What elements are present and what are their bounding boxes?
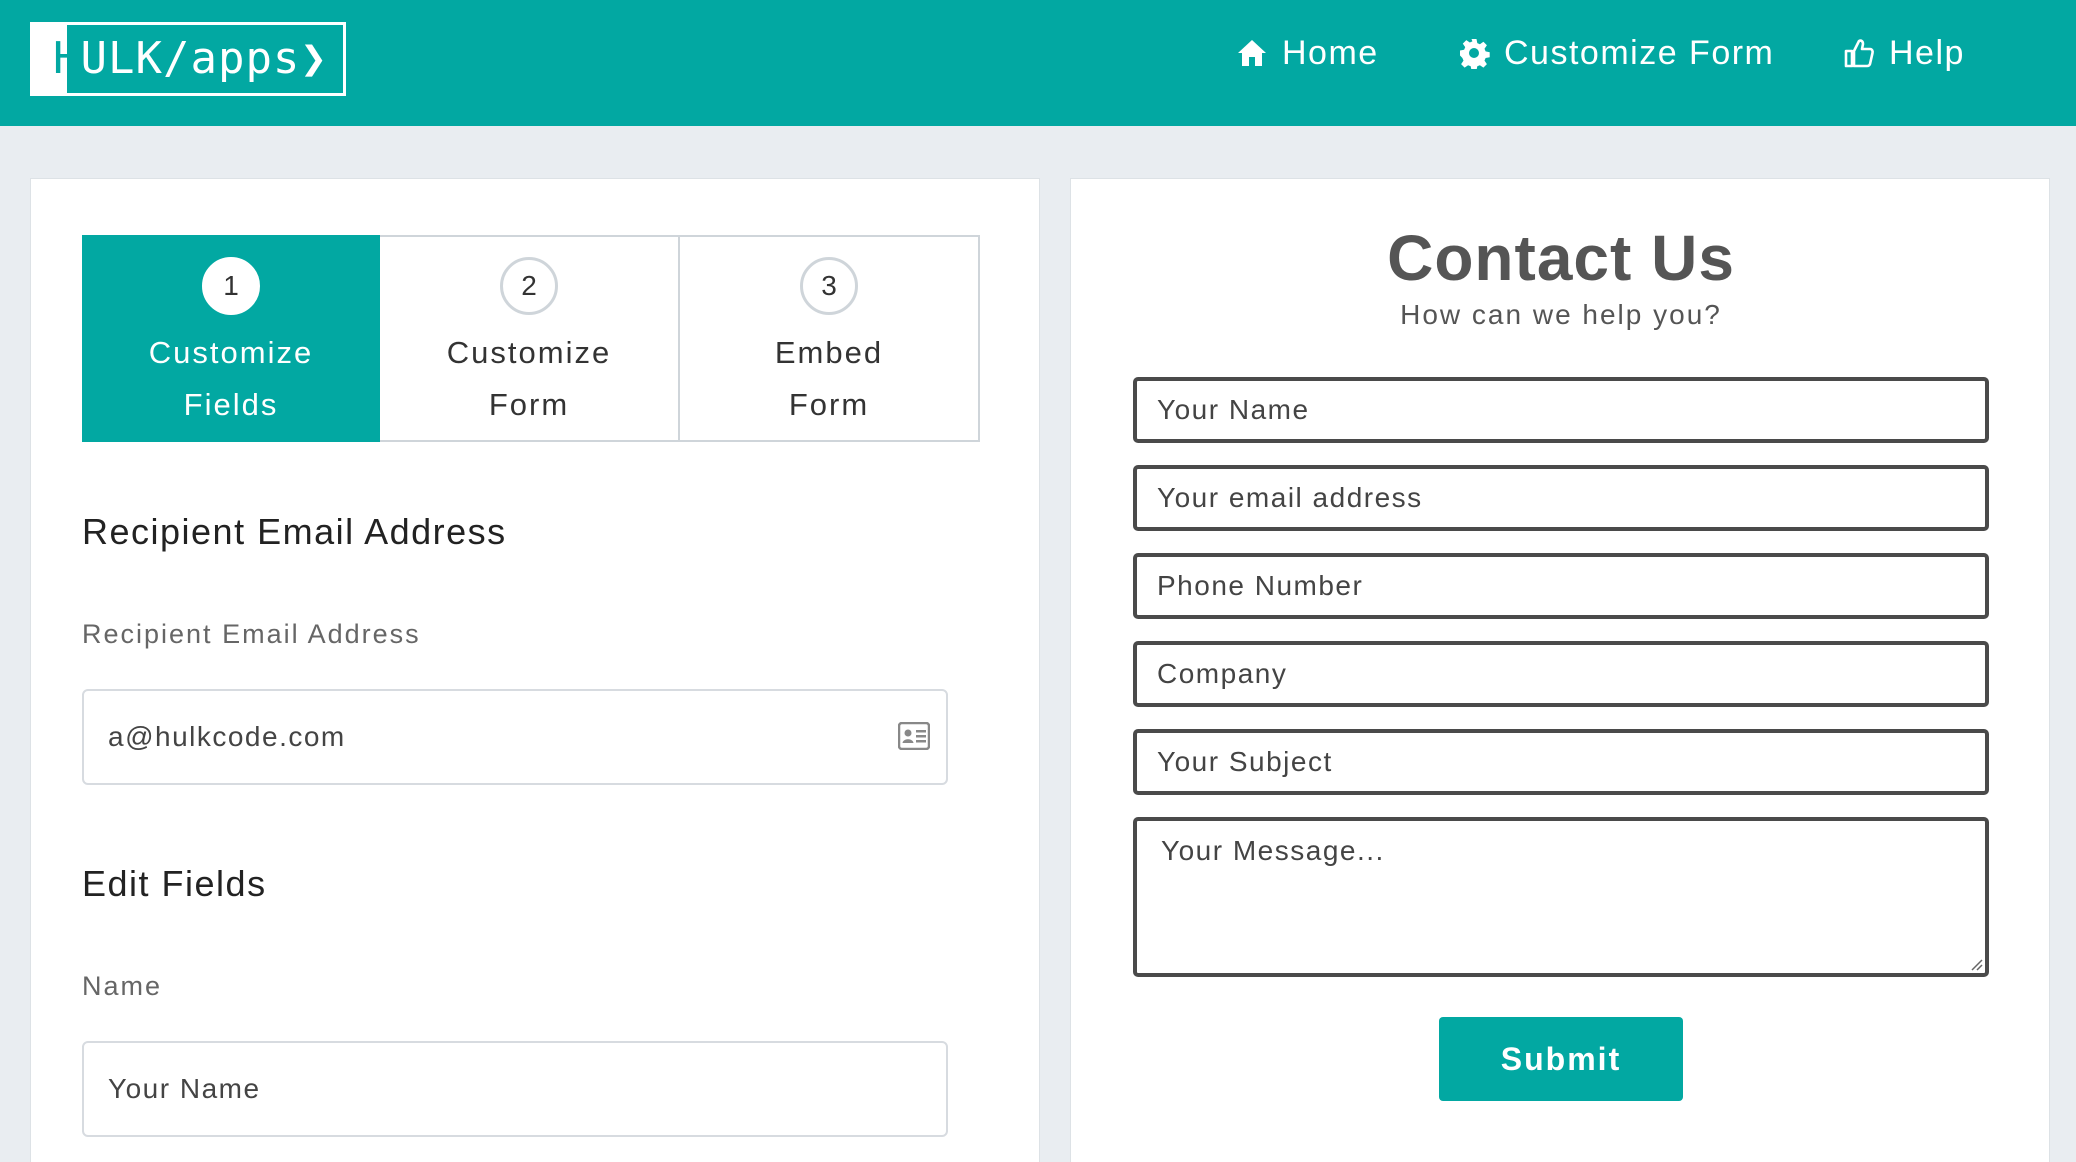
contact-name-input[interactable]: Your Name xyxy=(1133,377,1989,443)
step-number: 2 xyxy=(500,257,558,315)
contact-phone-input[interactable]: Phone Number xyxy=(1133,553,1989,619)
contact-email-input[interactable]: Your email address xyxy=(1133,465,1989,531)
top-navbar: HULK/apps❯ Home Customize Form Help xyxy=(0,0,2076,126)
contact-company-input[interactable]: Company xyxy=(1133,641,1989,707)
nav-help-link[interactable]: Help xyxy=(1843,26,1965,80)
submit-button[interactable]: Submit xyxy=(1439,1017,1683,1101)
name-field-label: Name xyxy=(82,971,163,1001)
address-card-icon xyxy=(898,722,930,750)
home-icon xyxy=(1238,40,1266,66)
form-preview-panel: Contact Us How can we help you? Your Nam… xyxy=(1070,178,2050,1162)
step-label: Customize Form xyxy=(446,335,612,422)
step-number: 1 xyxy=(202,257,260,315)
gear-icon xyxy=(1460,39,1490,69)
resize-handle-icon[interactable] xyxy=(1967,955,1983,971)
nav-customize-form-link[interactable]: Customize Form xyxy=(1458,26,1774,80)
step-label: Embed Form xyxy=(774,335,884,422)
step-label: Customize Fields xyxy=(148,335,314,422)
thumbs-up-icon xyxy=(1844,39,1874,68)
recipient-email-label: Recipient Email Address xyxy=(82,619,421,649)
nav-home-link[interactable]: Home xyxy=(1236,26,1379,80)
step-embed-form[interactable]: 3 Embed Form xyxy=(680,237,978,440)
edit-fields-section-title: Edit Fields xyxy=(82,863,267,904)
nav-help-label: Help xyxy=(1889,33,1965,72)
contact-subject-input[interactable]: Your Subject xyxy=(1133,729,1989,795)
name-field-value: Your Name xyxy=(108,1073,261,1104)
step-customize-fields[interactable]: 1 Customize Fields xyxy=(82,235,380,442)
nav-home-label: Home xyxy=(1282,33,1379,72)
contact-message-textarea[interactable]: Your Message... xyxy=(1133,817,1989,977)
message-placeholder: Your Message... xyxy=(1161,835,1385,866)
logo-text: HULK/apps❯ xyxy=(53,33,328,84)
step-customize-form[interactable]: 2 Customize Form xyxy=(380,237,680,440)
hulkapps-logo[interactable]: HULK/apps❯ xyxy=(30,22,346,96)
contact-form-title: Contact Us xyxy=(1387,222,1735,294)
recipient-email-input[interactable]: a@hulkcode.com xyxy=(82,689,948,785)
nav-customize-form-label: Customize Form xyxy=(1504,33,1775,72)
recipient-section-title: Recipient Email Address xyxy=(82,511,507,552)
settings-panel: 1 Customize Fields 2 Customize Form 3 Embe… xyxy=(30,178,1040,1162)
contact-form-subtitle: How can we help you? xyxy=(1400,299,1722,330)
name-field-input[interactable]: Your Name xyxy=(82,1041,948,1137)
step-number: 3 xyxy=(800,257,858,315)
recipient-email-value: a@hulkcode.com xyxy=(108,721,346,752)
wizard-steps: 1 Customize Fields 2 Customize Form 3 Embe… xyxy=(82,235,980,442)
